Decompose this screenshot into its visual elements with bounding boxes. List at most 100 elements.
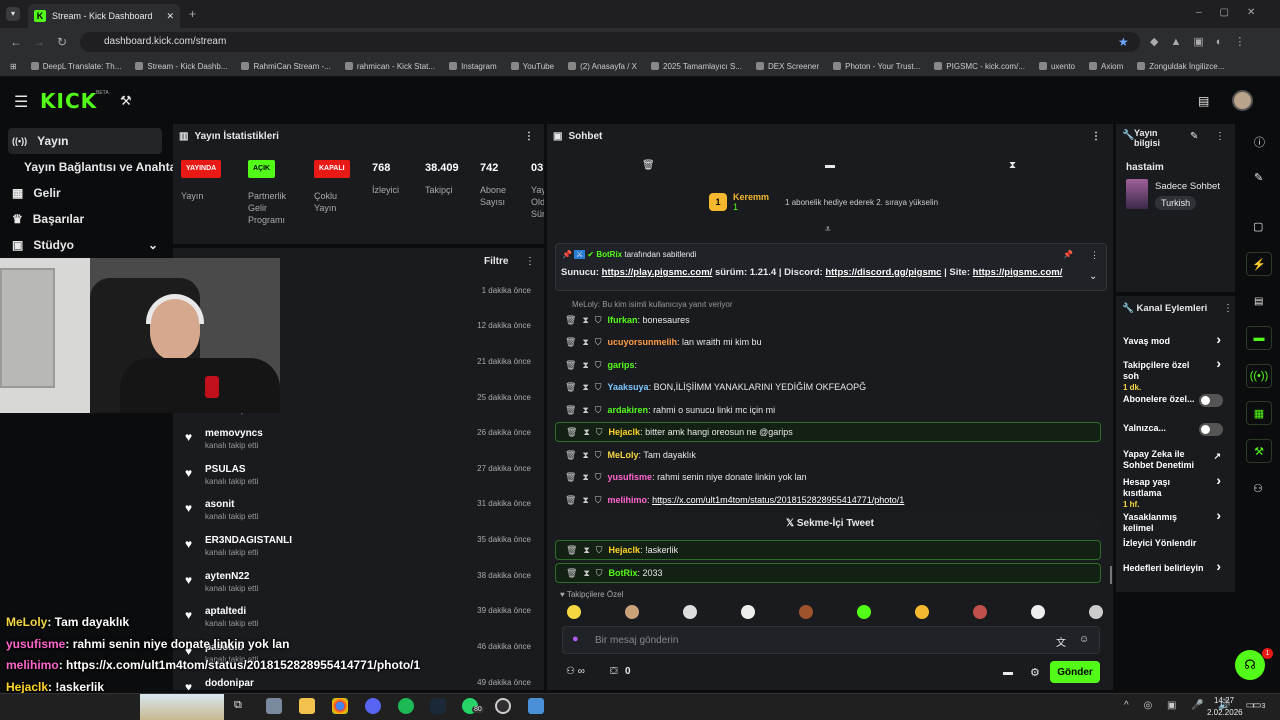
folder-icon[interactable] — [299, 698, 315, 714]
channel-action-item[interactable]: Yapay Zeka ile Sohbet Denetimi ↗ — [1123, 449, 1231, 471]
channel-action-item[interactable]: Yalnızca... — [1123, 423, 1231, 436]
ban-icon[interactable]: ⛉ — [595, 337, 602, 348]
chat-username[interactable]: MeLoly — [608, 450, 639, 460]
trash-icon[interactable]: 🗑 — [566, 427, 577, 438]
activity-user[interactable]: asonit — [205, 499, 234, 510]
emote-icon[interactable] — [857, 605, 871, 619]
filter-button[interactable]: Filtre — [484, 256, 508, 267]
chat-message[interactable]: 🗑 ⧗ ⛉ Hejaclk: bitter amk hangi oreosun ne … — [555, 422, 1101, 442]
emote-icon[interactable] — [1031, 605, 1045, 619]
chevron-right-icon[interactable]: › — [1216, 332, 1221, 346]
ban-icon[interactable]: ⛉ — [595, 405, 602, 416]
chevron-down-icon[interactable]: ⌄ — [1089, 271, 1097, 282]
dashboard-icon[interactable]: ▤ — [1198, 94, 1209, 108]
sidebar-item-gelir[interactable]: ▦ Gelir — [0, 180, 170, 206]
bookmark-item[interactable]: Stream - Kick Dashb... — [135, 62, 227, 71]
category-name[interactable]: Sadece Sohbet — [1155, 181, 1220, 192]
chevron-right-icon[interactable]: › — [1216, 356, 1221, 370]
chat-message[interactable]: 🗑 ⧗ ⛉ ardakiren: rahmi o sunucu linki mc iç… — [555, 400, 1101, 420]
chat-username[interactable]: Hejaclk — [609, 427, 641, 437]
chat-tools-icon[interactable]: ⚇ ∞ — [566, 666, 585, 677]
activity-user[interactable]: PSULAS — [205, 464, 246, 475]
ban-icon[interactable]: ⛉ — [595, 450, 602, 461]
window-controls[interactable]: –▢✕ — [1196, 7, 1273, 18]
tab-search-icon[interactable]: ▾ — [6, 7, 20, 21]
chat-username[interactable]: yusufisme — [608, 472, 653, 482]
channel-action-item[interactable]: Abonelere özel... — [1123, 394, 1231, 407]
scrollbar[interactable] — [1110, 566, 1112, 584]
bookmark-star-icon[interactable]: ★ — [1118, 35, 1129, 49]
hourglass-icon[interactable]: ⧗ — [1009, 160, 1016, 171]
close-tab-icon[interactable]: ✕ — [166, 11, 174, 22]
trash-icon[interactable]: 🗑 — [565, 405, 576, 416]
emote-row[interactable] — [567, 605, 1103, 621]
chevron-right-icon[interactable]: › — [1216, 508, 1221, 522]
ban-icon[interactable]: ⛉ — [595, 315, 602, 326]
unpin-icon[interactable]: 📌 — [1063, 250, 1073, 259]
channel-action-item[interactable]: Yavaş mod › — [1123, 332, 1231, 347]
broadcast-icon[interactable]: ((•)) — [1246, 364, 1272, 388]
chat-username[interactable]: ardakiren — [608, 405, 649, 415]
gear-icon[interactable]: ⚙ — [1030, 666, 1040, 679]
kick-logo[interactable]: KICK — [40, 89, 97, 113]
bookmark-item[interactable]: Photon - Your Trust... — [833, 62, 920, 71]
chevron-right-icon[interactable]: › — [1216, 559, 1221, 573]
ban-icon[interactable]: ⛉ — [595, 382, 602, 393]
trash-icon[interactable]: 🗑 — [565, 450, 576, 461]
hammer-icon[interactable]: ⚒ — [120, 93, 132, 109]
new-tab-button[interactable]: + — [189, 7, 196, 21]
trash-icon[interactable]: 🗑 — [566, 545, 577, 556]
edit-icon[interactable]: ✎ — [1190, 131, 1198, 142]
gift-leaderboard[interactable]: 1 Keremm 1 1 abonelik hediye ederek 2. s… — [709, 192, 938, 212]
sidebar-item-basarilar[interactable]: ♛ Başarılar — [0, 206, 170, 232]
timeout-icon[interactable]: ⧗ — [582, 495, 588, 506]
chat-message[interactable]: 🗑 ⧗ ⛉ Yaaksuya: BON,İLİŞİİMM YANAKLARINI YE… — [555, 377, 1101, 397]
browser-tab[interactable]: K Stream - Kick Dashboard ✕ — [28, 4, 180, 28]
trash-icon[interactable]: 🗑 — [566, 568, 577, 579]
chat-bubble-icon[interactable]: ▬ — [1003, 667, 1013, 678]
timeout-icon[interactable]: ⧗ — [582, 360, 588, 371]
site-link[interactable]: https://pigsmc.com/ — [973, 267, 1063, 278]
chat-username[interactable]: melihimo — [608, 495, 648, 505]
sidebar-item-stream-key[interactable]: Yayın Bağlantısı ve Anahtarı — [0, 154, 184, 180]
pencil-icon[interactable]: ✎ — [1254, 171, 1263, 184]
obs-icon[interactable] — [495, 698, 511, 714]
channel-action-item[interactable]: Yasaklanmış kelimel › — [1123, 508, 1231, 534]
timeout-icon[interactable]: ⧗ — [583, 568, 589, 579]
mic-icon[interactable]: ● — [572, 633, 579, 645]
forward-icon[interactable]: → — [33, 35, 45, 49]
chrome-icon[interactable] — [332, 698, 348, 714]
activity-user[interactable]: ER3NDAGISTANLI — [205, 535, 292, 546]
chat-message[interactable]: 🗑 ⧗ ⛉ yusufisme: rahmi senin niye donate li… — [555, 467, 1101, 487]
trash-icon[interactable]: 🗑 — [565, 382, 576, 393]
bookmark-item[interactable]: YouTube — [510, 62, 554, 71]
send-button[interactable]: Gönder — [1050, 661, 1100, 683]
bookmark-item[interactable]: DEX Screener — [756, 62, 819, 71]
explorer-icon[interactable] — [266, 698, 282, 714]
chat-message[interactable]: 🗑 ⧗ ⛉ Ifurkan: bonesaures — [555, 310, 1101, 330]
scroll-down-icon[interactable]: ⩡ — [825, 224, 831, 235]
emote-icon[interactable] — [1089, 605, 1103, 619]
bookmark-item[interactable]: PIGSMC - kick.com/... — [934, 62, 1025, 71]
chat-message[interactable]: 🗑 ⧗ ⛉ MeLoly: Tam dayaklık — [555, 445, 1101, 465]
ban-icon[interactable]: ⛉ — [596, 427, 603, 438]
url-field[interactable]: dashboard.kick.com/stream — [80, 32, 1140, 52]
timeout-icon[interactable]: ⧗ — [582, 315, 588, 326]
trash-icon[interactable]: 🗑 — [642, 160, 655, 171]
activity-user[interactable]: aytenN22 — [205, 571, 249, 582]
channel-action-item[interactable]: Hesap yaşı kısıtlama 1 hf. › — [1123, 473, 1231, 510]
chat-message-input[interactable]: Bir mesaj gönderin — [562, 626, 1100, 654]
more-icon[interactable]: ⋮ — [1223, 303, 1233, 314]
chat-message[interactable]: 🗑 ⧗ ⛉ garips: — [555, 355, 1101, 375]
timeout-icon[interactable]: ⧗ — [582, 450, 588, 461]
bookmark-item[interactable]: rahmican - Kick Stat... — [344, 62, 435, 71]
avatar[interactable] — [1232, 90, 1253, 111]
ban-icon[interactable]: ⛉ — [595, 360, 602, 371]
more-icon[interactable]: ⋮ — [1215, 131, 1225, 142]
nodes-icon[interactable]: ⚇ — [1253, 482, 1263, 495]
toggle-switch[interactable] — [1199, 394, 1223, 407]
help-button[interactable]: ☊ — [1235, 650, 1265, 680]
emoji-icon[interactable]: ☺ — [1079, 634, 1089, 645]
trash-icon[interactable]: 🗑 — [565, 495, 576, 506]
chat-icon[interactable]: ▬ — [1246, 326, 1272, 350]
